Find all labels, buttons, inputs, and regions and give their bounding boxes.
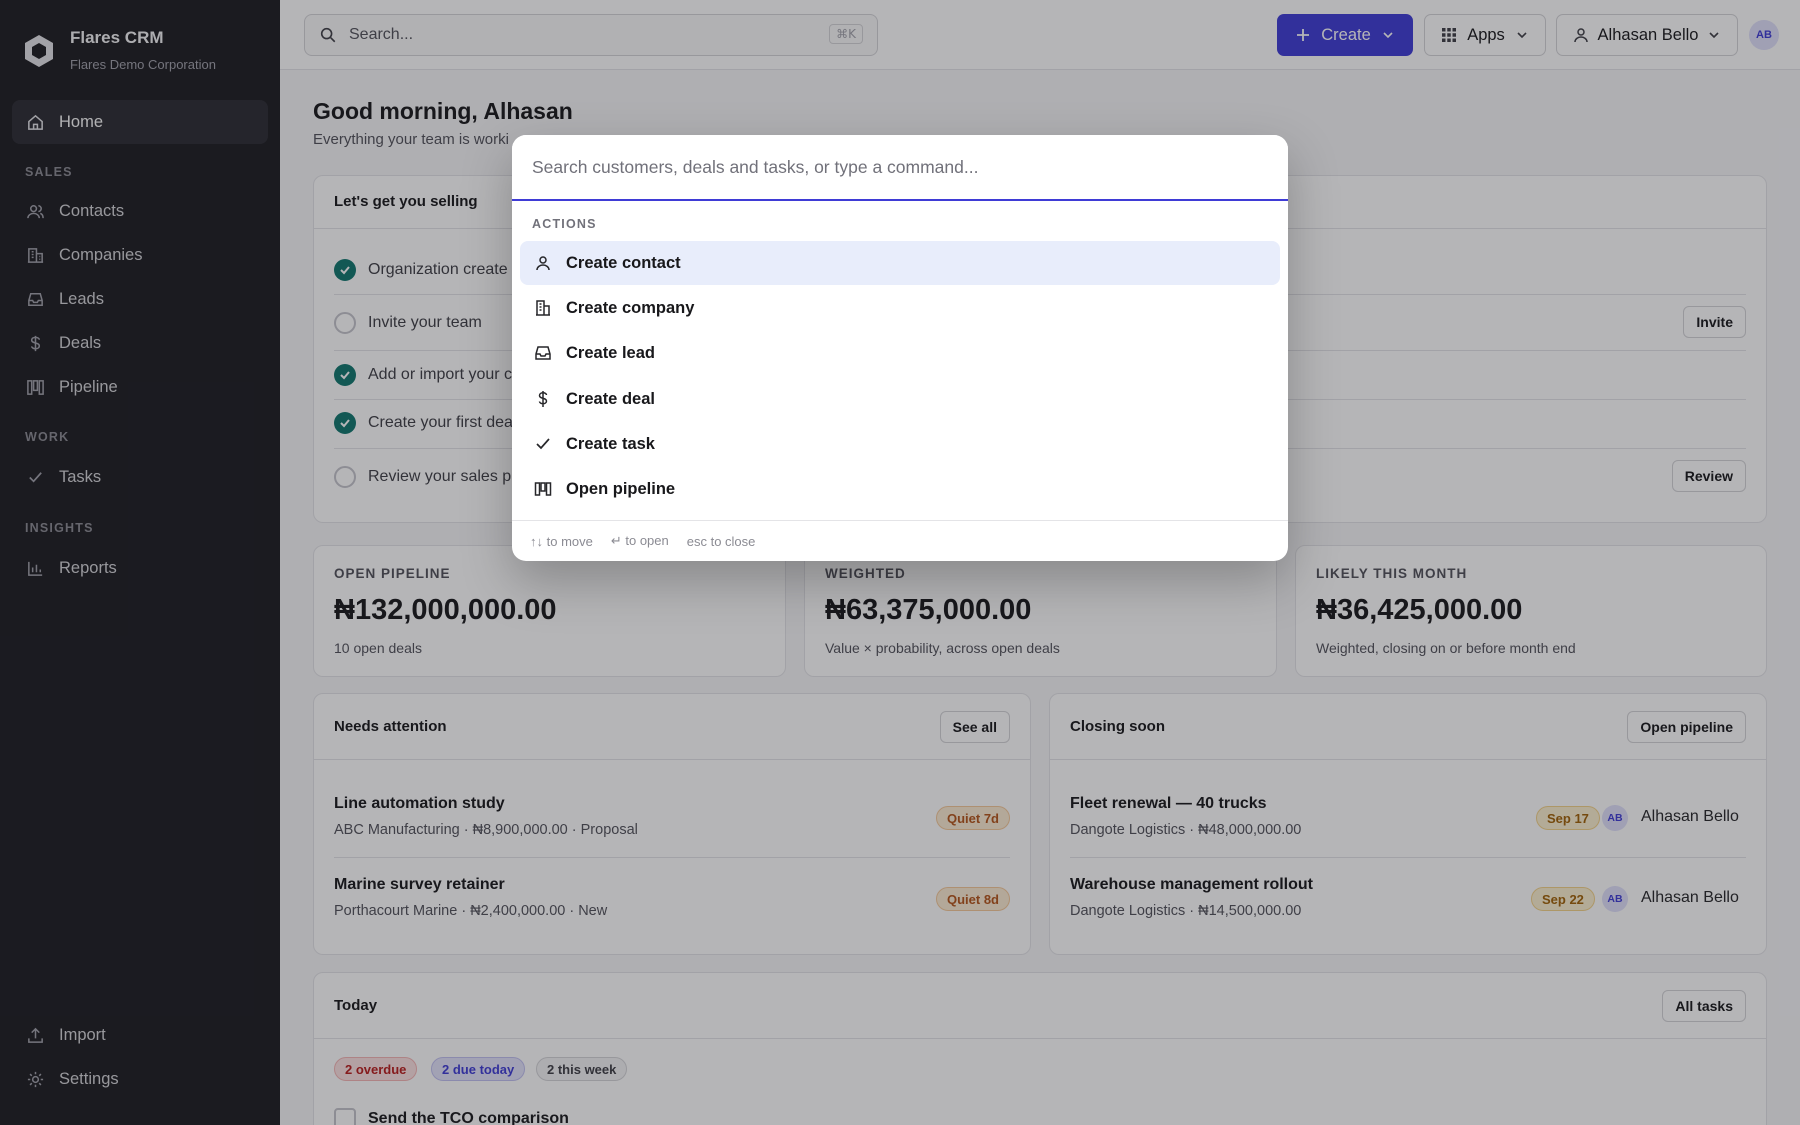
inbox-icon bbox=[535, 346, 551, 360]
command-label: Create deal bbox=[566, 389, 655, 408]
hint-move: ↑↓ to move bbox=[530, 533, 593, 549]
command-create-contact[interactable]: Create contact bbox=[520, 241, 1280, 285]
command-search-input[interactable] bbox=[512, 135, 1288, 201]
command-label: Create contact bbox=[566, 253, 681, 272]
hint-open: ↵ to open bbox=[610, 533, 669, 548]
command-create-task[interactable]: Create task bbox=[520, 422, 1280, 466]
check-icon bbox=[536, 438, 550, 450]
command-create-deal[interactable]: Create deal bbox=[520, 377, 1280, 421]
hint-close: esc to close bbox=[686, 533, 756, 549]
kanban-icon bbox=[534, 482, 552, 496]
dollar-icon bbox=[538, 391, 548, 407]
command-palette: ACTIONS Create contact Create company Cr… bbox=[512, 135, 1288, 561]
command-create-company[interactable]: Create company bbox=[520, 286, 1280, 330]
building-icon bbox=[536, 300, 550, 316]
user-icon bbox=[536, 256, 550, 271]
palette-section-label: ACTIONS bbox=[532, 217, 597, 231]
command-label: Create task bbox=[566, 434, 655, 453]
command-label: Create lead bbox=[566, 343, 655, 362]
command-create-lead[interactable]: Create lead bbox=[520, 331, 1280, 375]
command-open-pipeline[interactable]: Open pipeline bbox=[520, 467, 1280, 511]
command-label: Open pipeline bbox=[566, 479, 676, 498]
command-label: Create company bbox=[566, 298, 695, 317]
palette-footer: ↑↓ to move ↵ to open esc to close bbox=[512, 520, 1288, 561]
